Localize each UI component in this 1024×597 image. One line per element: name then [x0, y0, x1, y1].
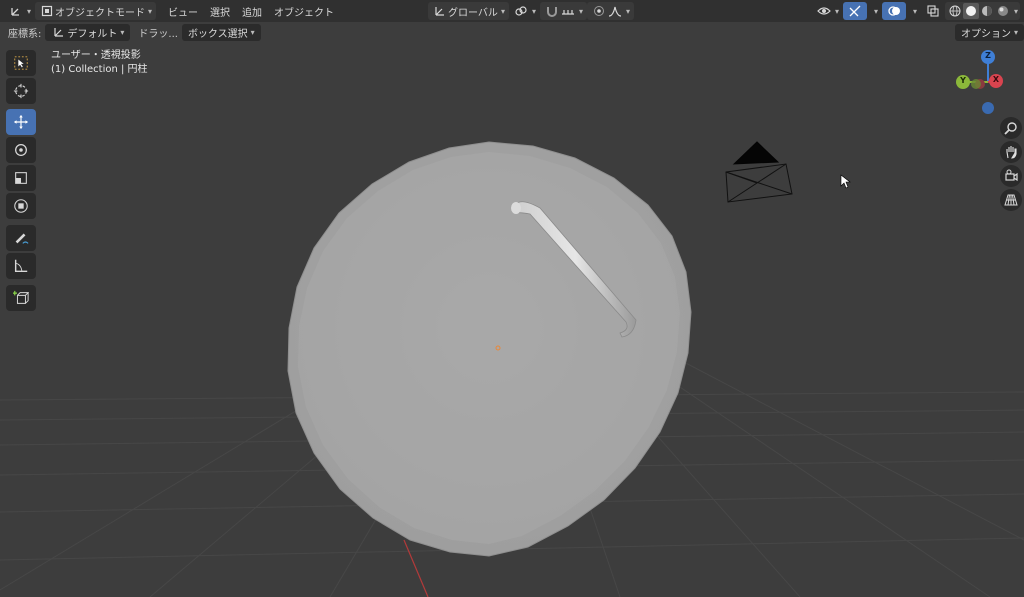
- solid-shading-icon[interactable]: [962, 3, 979, 19]
- gizmo-dropdown[interactable]: ▾: [867, 2, 882, 20]
- zoom-icon: [1003, 120, 1019, 136]
- eye-icon: [816, 3, 832, 19]
- menu-object[interactable]: オブジェクト: [268, 2, 340, 20]
- 3d-cursor-icon: [13, 83, 29, 99]
- gizmo-y-label[interactable]: Y: [957, 76, 969, 85]
- wireframe-shading-icon[interactable]: [947, 3, 963, 19]
- falloff-icon: [607, 3, 623, 19]
- transform-tool[interactable]: [6, 193, 36, 219]
- select-box-tool[interactable]: [6, 50, 36, 76]
- link-icon: [513, 3, 529, 19]
- gizmo-toggle[interactable]: [842, 2, 867, 20]
- material-shading-icon[interactable]: [979, 3, 995, 19]
- menu-select[interactable]: 選択: [204, 2, 236, 20]
- menu-add[interactable]: 追加: [236, 2, 268, 20]
- axes-icon: [8, 3, 24, 19]
- add-cube-icon: [13, 290, 29, 306]
- rendered-shading-icon[interactable]: [995, 3, 1011, 19]
- chevron-down-icon: ▾: [834, 6, 839, 16]
- shading-buttons[interactable]: ▾: [944, 2, 1020, 20]
- orientation-axes-icon: [51, 24, 67, 40]
- chevron-down-icon: ▾: [27, 6, 32, 16]
- rotate-tool[interactable]: [6, 137, 36, 163]
- viewport-info: ユーザー・透視投影 (1) Collection | 円柱: [51, 49, 148, 77]
- move-arrows-icon: [13, 114, 29, 130]
- select-mode-dropdown[interactable]: ボックス選択 ▾: [181, 23, 261, 41]
- zoom-button[interactable]: [1000, 117, 1022, 139]
- overlay-dropdown[interactable]: ▾: [906, 2, 921, 20]
- chevron-down-icon: ▾: [148, 6, 153, 16]
- transform-orientation-label: グローバル: [448, 7, 498, 19]
- select-box-icon: [13, 55, 29, 71]
- perspective-toggle-button[interactable]: [1000, 189, 1022, 211]
- measure-tool[interactable]: [6, 253, 36, 279]
- options-label: オプション: [961, 29, 1011, 40]
- chevron-down-icon: ▾: [873, 6, 878, 16]
- coord-dropdown[interactable]: デフォルト ▾: [45, 23, 131, 41]
- gizmo-z-label[interactable]: Z: [982, 51, 994, 60]
- 3d-viewport[interactable]: [0, 0, 1024, 597]
- chevron-down-icon: ▾: [625, 6, 630, 16]
- chevron-down-icon: ▾: [120, 27, 125, 37]
- transform-orientation-dropdown[interactable]: グローバル ▾: [428, 2, 509, 20]
- chevron-down-icon: ▾: [1014, 28, 1019, 37]
- proportional-editing-toggle[interactable]: ▾: [586, 2, 634, 20]
- camera-view-icon: [1003, 168, 1019, 184]
- view-name: ユーザー・透視投影: [51, 50, 141, 61]
- pan-button[interactable]: [1000, 141, 1022, 163]
- move-tool[interactable]: [6, 109, 36, 135]
- options-dropdown[interactable]: オプション ▾: [955, 24, 1024, 41]
- collection-info: (1) Collection | 円柱: [51, 64, 148, 75]
- rotate-icon: [13, 142, 29, 158]
- scale-tool[interactable]: [6, 165, 36, 191]
- editor-type-button[interactable]: ▾: [4, 2, 35, 20]
- grid-perspective-icon: [1003, 192, 1019, 208]
- transform-icon: [13, 198, 29, 214]
- snap-increment-icon: [560, 3, 576, 19]
- coord-label: 座標系:: [8, 28, 42, 40]
- visibility-button[interactable]: ▾: [812, 2, 843, 20]
- chevron-down-icon: ▾: [531, 6, 536, 16]
- xray-icon: [925, 3, 941, 19]
- pencil-icon: [13, 230, 29, 246]
- snap-toggle[interactable]: ▾: [539, 2, 587, 20]
- tool-settings-bar: 座標系: デフォルト ▾ ドラッ... ボックス選択 ▾: [0, 22, 1024, 42]
- ruler-icon: [13, 258, 29, 274]
- overlay-toggle[interactable]: [881, 2, 906, 20]
- mode-label: オブジェクトモード: [55, 7, 146, 19]
- camera-view-button[interactable]: [1000, 165, 1022, 187]
- object-mode-icon: [39, 3, 55, 19]
- gizmo-x-label[interactable]: X: [990, 75, 1002, 84]
- chevron-down-icon: ▾: [500, 6, 505, 16]
- drag-label: ドラッ...: [138, 28, 178, 40]
- gizmo-icon: [847, 3, 863, 19]
- hand-pan-icon: [1003, 144, 1019, 160]
- select-mode-value: ボックス選択: [187, 28, 248, 40]
- chevron-down-icon: ▾: [912, 6, 917, 16]
- xray-toggle[interactable]: [921, 2, 945, 20]
- annotate-tool[interactable]: [6, 225, 36, 251]
- mode-dropdown[interactable]: オブジェクトモード ▾: [35, 2, 157, 20]
- scale-icon: [13, 170, 29, 186]
- magnet-icon: [544, 3, 560, 19]
- overlay-icon: [886, 3, 902, 19]
- proportional-dot-icon: [591, 3, 607, 19]
- orientation-axes-icon: [432, 3, 448, 19]
- viewport-header: ▾ オブジェクトモード ▾ ビュー 選択 追加 オブジェクト グローバル ▾ ▾…: [0, 0, 1024, 22]
- coord-value: デフォルト: [67, 28, 118, 40]
- menu-view[interactable]: ビュー: [162, 2, 204, 20]
- add-cube-tool[interactable]: [6, 285, 36, 311]
- pivot-point-button[interactable]: ▾: [509, 2, 540, 20]
- chevron-down-icon: ▾: [578, 6, 583, 16]
- chevron-down-icon: ▾: [1013, 6, 1018, 16]
- cursor-tool[interactable]: [6, 78, 36, 104]
- chevron-down-icon: ▾: [250, 27, 255, 37]
